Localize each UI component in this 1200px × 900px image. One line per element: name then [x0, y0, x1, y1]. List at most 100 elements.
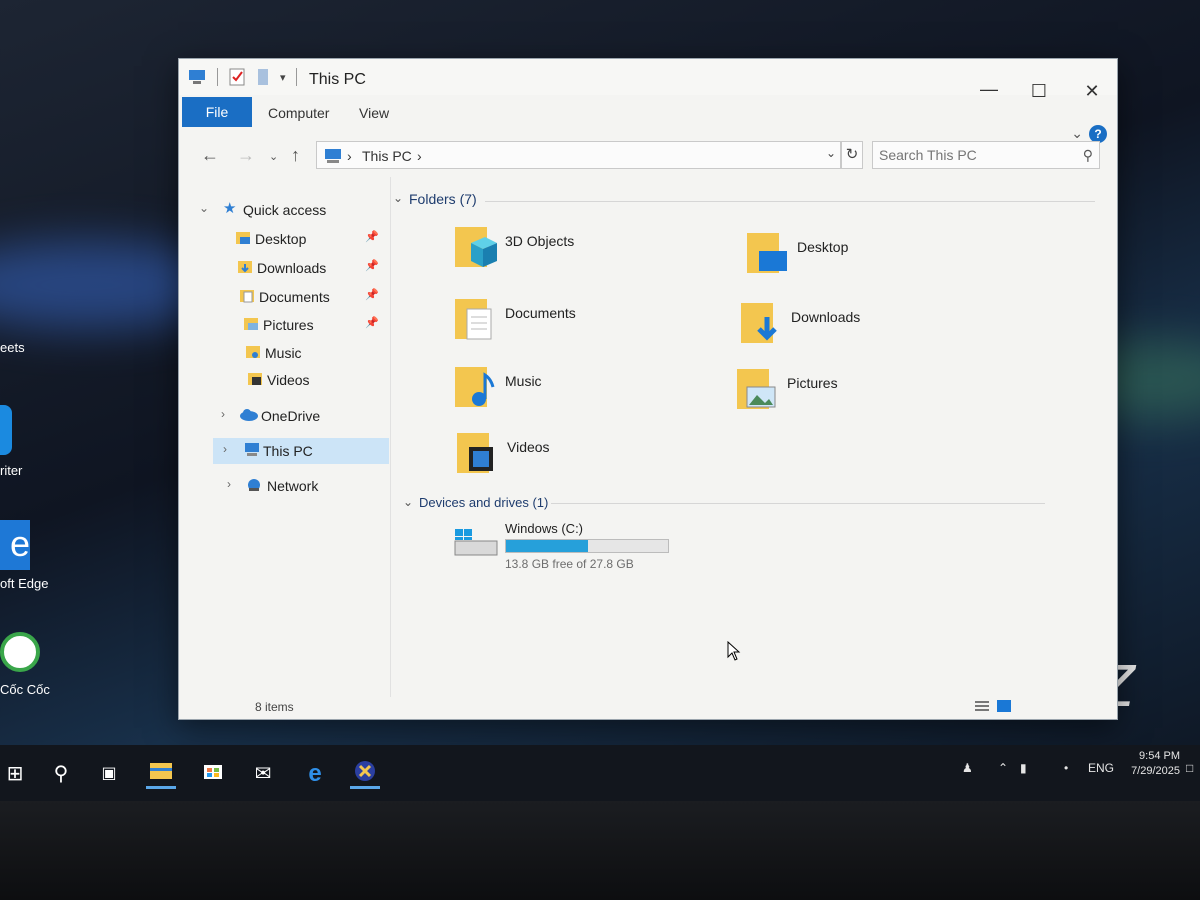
writer-icon — [0, 405, 12, 455]
mail-icon[interactable]: ✉ — [248, 759, 278, 789]
title-bar: ▾ This PC — ☐ ✕ — [179, 59, 1117, 101]
folder-label: Downloads — [791, 309, 861, 325]
pin-icon: 📌 — [365, 317, 379, 329]
monitor-bezel — [0, 801, 1200, 900]
tab-file[interactable]: File — [182, 97, 252, 127]
desktop-icon-label: riter — [0, 463, 23, 478]
nav-item-network[interactable]: › Network — [179, 473, 391, 499]
large-icons-view-icon[interactable] — [997, 700, 1011, 712]
customize-qat-icon[interactable]: ▾ — [280, 71, 286, 84]
window-title: This PC — [309, 71, 366, 88]
nav-item-videos[interactable]: Videos — [179, 367, 391, 393]
details-view-icon[interactable] — [975, 700, 989, 712]
system-clock[interactable]: 9:54 PM 7/29/2025 — [1110, 749, 1180, 779]
nav-label: OneDrive — [261, 408, 321, 424]
search-box[interactable]: ⚲ — [872, 141, 1100, 169]
nav-item-desktop[interactable]: Desktop 📌 — [179, 226, 391, 252]
folder-documents-icon — [455, 299, 492, 340]
store-bag-icon — [204, 765, 222, 779]
search-input[interactable] — [873, 142, 1063, 168]
hard-drive-icon — [454, 529, 498, 556]
group-collapse-icon[interactable]: ⌄ — [393, 191, 403, 205]
drive-name: Windows (C:) — [505, 521, 584, 536]
clock-time: 9:54 PM — [1139, 750, 1180, 762]
new-folder-icon[interactable] — [256, 67, 270, 87]
folder-tile-videos[interactable]: Videos — [455, 429, 715, 489]
pin-icon: 📌 — [365, 231, 379, 243]
file-explorer-taskbar-icon[interactable] — [146, 759, 176, 789]
edge-icon[interactable]: e — [300, 759, 330, 789]
collapse-chevron-icon[interactable]: ⌄ — [199, 201, 209, 215]
action-center-icon[interactable]: □ — [1186, 761, 1193, 775]
folder-tile-3d-objects[interactable]: 3D Objects — [453, 223, 713, 283]
nav-label: Music — [265, 345, 302, 361]
breadcrumb-separator-icon[interactable]: › — [417, 148, 422, 164]
up-arrow-icon[interactable]: ↑ — [291, 145, 300, 166]
folder-tile-documents[interactable]: Documents — [453, 295, 713, 355]
nav-item-onedrive[interactable]: › OneDrive — [179, 403, 391, 429]
breadcrumb-separator-icon[interactable]: › — [347, 148, 352, 164]
folder-desktop-icon — [236, 232, 250, 244]
quick-access-toolbar: ▾ — [187, 67, 297, 87]
folder-documents-icon — [240, 290, 254, 303]
drive-tile-windows-c[interactable]: Windows (C:) 13.8 GB free of 27.8 GB — [453, 521, 713, 581]
network-icon — [248, 479, 260, 491]
store-icon[interactable] — [198, 759, 228, 789]
folder-tile-pictures[interactable]: Pictures — [735, 365, 995, 425]
drive-free-space: 13.8 GB free of 27.8 GB — [505, 557, 634, 571]
people-icon[interactable]: ♟ — [962, 761, 973, 775]
drive-usage-fill — [506, 540, 588, 552]
expand-chevron-icon[interactable]: › — [221, 407, 225, 421]
file-explorer-window: ▾ This PC — ☐ ✕ File Computer View ⌄ ? ←… — [178, 58, 1118, 720]
task-view-icon[interactable]: ▣ — [94, 759, 124, 789]
address-bar[interactable]: › This PC › ⌄ — [316, 141, 841, 169]
nav-item-documents[interactable]: Documents 📌 — [179, 284, 391, 310]
search-icon: ⚲ — [1082, 147, 1093, 163]
breadcrumb[interactable]: This PC — [362, 148, 412, 164]
app-x-icon — [355, 761, 375, 781]
nav-item-downloads[interactable]: Downloads 📌 — [179, 255, 391, 281]
folder-tile-music[interactable]: Music — [453, 363, 713, 423]
battery-icon[interactable]: ▮ — [1020, 761, 1027, 775]
clock-date: 7/29/2025 — [1131, 765, 1180, 777]
back-arrow-icon[interactable]: ← — [201, 145, 219, 166]
nav-label: Documents — [259, 289, 330, 305]
nav-item-this-pc[interactable]: › This PC — [213, 438, 389, 464]
group-divider — [551, 503, 1045, 504]
recent-locations-icon[interactable]: ⌄ — [269, 150, 278, 163]
expand-chevron-icon[interactable]: › — [223, 442, 227, 456]
refresh-button[interactable]: ↻ — [841, 141, 863, 169]
group-collapse-icon[interactable]: ⌄ — [403, 495, 413, 509]
tab-computer[interactable]: Computer — [268, 105, 329, 121]
folders-group-header[interactable]: Folders (7) — [409, 191, 477, 207]
navigation-pane: ⌄ ★ Quick access Desktop 📌 Downloads 📌 D… — [179, 177, 391, 697]
computer-icon — [245, 443, 259, 456]
start-windows-icon[interactable]: ⊞ — [0, 759, 30, 789]
address-dropdown-icon[interactable]: ⌄ — [826, 146, 836, 160]
folder-icon — [150, 763, 172, 779]
nav-item-pictures[interactable]: Pictures 📌 — [179, 312, 391, 338]
item-count: 8 items — [255, 700, 294, 714]
mouse-cursor-icon — [727, 641, 741, 661]
folder-label: 3D Objects — [505, 233, 575, 249]
expand-chevron-icon[interactable]: › — [227, 477, 231, 491]
search-icon[interactable]: ⚲ — [46, 759, 76, 789]
pin-icon: 📌 — [365, 289, 379, 301]
folder-tile-desktop[interactable]: Desktop — [745, 229, 1005, 289]
show-hidden-icons-icon[interactable]: ⌃ — [998, 761, 1008, 775]
nav-label: Network — [267, 478, 319, 494]
computer-icon — [189, 70, 205, 84]
tab-view[interactable]: View — [359, 105, 389, 121]
drives-group-header[interactable]: Devices and drives (1) — [419, 495, 548, 510]
folder-desktop-icon — [747, 233, 787, 273]
forward-arrow-icon[interactable]: → — [237, 145, 255, 166]
star-icon: ★ — [223, 200, 237, 217]
folder-tile-downloads[interactable]: Downloads — [739, 299, 999, 359]
navigation-bar: ← → ⌄ ↑ › This PC › ⌄ ↻ ⚲ — [179, 137, 1117, 173]
nav-item-quick-access[interactable]: ⌄ ★ Quick access — [179, 197, 391, 223]
properties-icon[interactable] — [228, 67, 246, 87]
xtreme-app-icon[interactable] — [350, 759, 380, 789]
nav-item-music[interactable]: Music — [179, 340, 391, 366]
computer-icon — [325, 149, 341, 163]
group-divider — [485, 201, 1095, 202]
